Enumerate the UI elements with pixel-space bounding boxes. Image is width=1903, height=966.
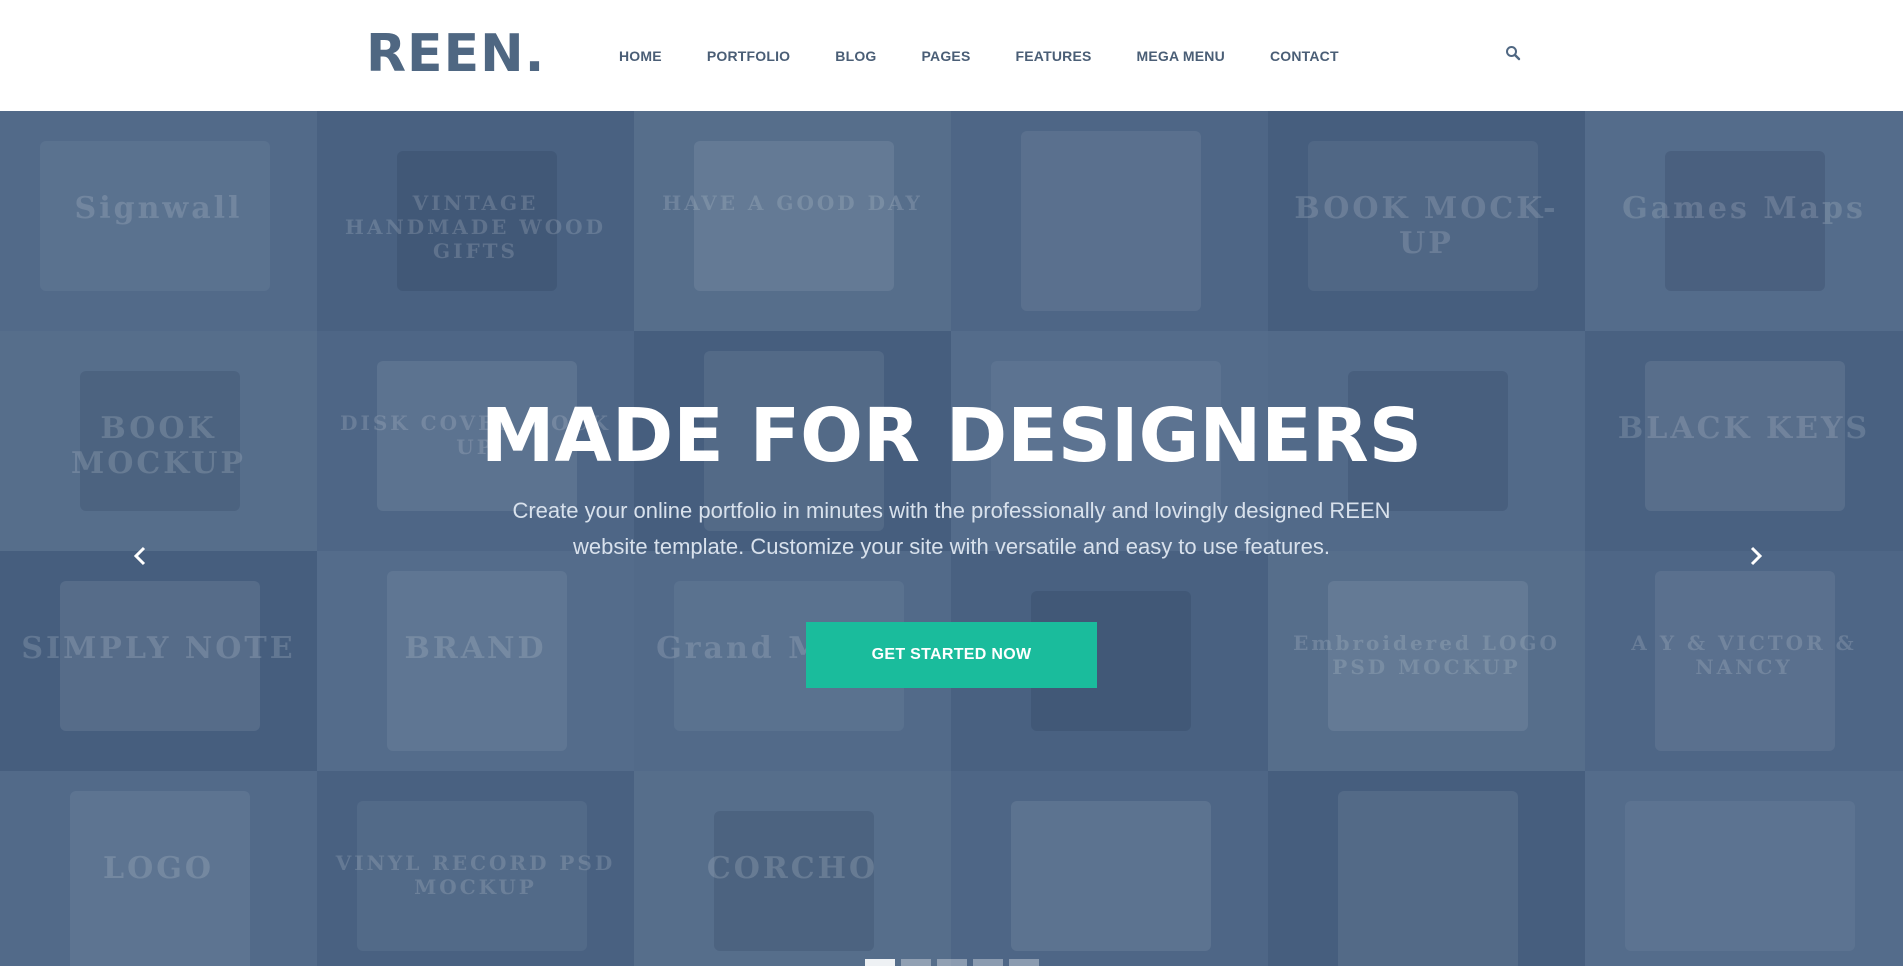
site-header: REEN. HOME PORTFOLIO BLOG PAGES FEATURES… bbox=[0, 0, 1903, 111]
chevron-right-icon[interactable] bbox=[1741, 541, 1771, 571]
hero-subtitle-line-1: Create your online portfolio in minutes … bbox=[512, 498, 1391, 523]
site-logo[interactable]: REEN. bbox=[366, 28, 545, 80]
slider-dot[interactable] bbox=[865, 959, 895, 966]
nav-item-portfolio[interactable]: PORTFOLIO bbox=[707, 48, 790, 64]
slider-dot[interactable] bbox=[1009, 959, 1039, 966]
nav-item-blog[interactable]: BLOG bbox=[835, 48, 876, 64]
hero-subtitle: Create your online portfolio in minutes … bbox=[480, 493, 1423, 565]
slider-pagination bbox=[865, 959, 1045, 966]
slider-dot[interactable] bbox=[937, 959, 967, 966]
main-nav: HOME PORTFOLIO BLOG PAGES FEATURES MEGA … bbox=[619, 48, 1384, 64]
slider-dot[interactable] bbox=[901, 959, 931, 966]
hero-subtitle-line-2: website template. Customize your site wi… bbox=[573, 534, 1330, 559]
nav-item-pages[interactable]: PAGES bbox=[922, 48, 971, 64]
nav-item-mega-menu[interactable]: MEGA MENU bbox=[1137, 48, 1225, 64]
nav-item-contact[interactable]: CONTACT bbox=[1270, 48, 1339, 64]
chevron-left-icon[interactable] bbox=[125, 541, 155, 571]
hero-slider: Signwall VINTAGE HANDMADE WOOD GIFTS HAVE … bbox=[0, 111, 1903, 966]
nav-item-features[interactable]: FEATURES bbox=[1016, 48, 1092, 64]
slider-dot[interactable] bbox=[973, 959, 1003, 966]
hero-title: MADE FOR DESIGNERS bbox=[480, 393, 1423, 479]
nav-item-home[interactable]: HOME bbox=[619, 48, 662, 64]
get-started-button[interactable]: GET STARTED NOW bbox=[806, 622, 1097, 688]
search-icon[interactable] bbox=[1505, 45, 1521, 61]
